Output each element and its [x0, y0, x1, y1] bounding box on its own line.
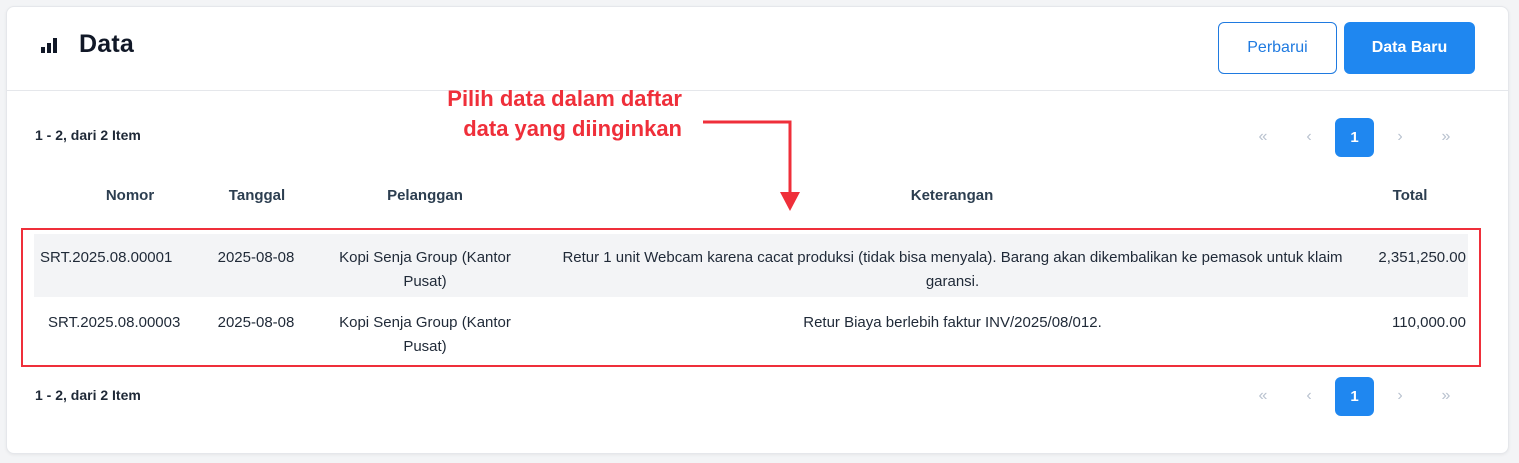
column-header-nomor[interactable]: Nomor — [84, 187, 176, 204]
title-wrap: Data — [41, 30, 134, 59]
first-page-button[interactable]: « — [1243, 117, 1283, 157]
column-header-pelanggan[interactable]: Pelanggan — [355, 187, 495, 204]
cell-total: 110,000.00 — [1392, 314, 1466, 331]
pagination-bottom: « ‹ 1 › » — [1243, 376, 1472, 416]
column-header-keterangan[interactable]: Keterangan — [852, 187, 1052, 204]
pagination-top: « ‹ 1 › » — [1243, 117, 1472, 157]
cell-pelanggan: Kopi Senja Group (Kantor Pusat) — [339, 249, 511, 290]
item-count-top: 1 - 2, dari 2 Item — [35, 127, 141, 143]
cell-keterangan: Retur Biaya berlebih faktur INV/2025/08/… — [803, 314, 1102, 331]
prev-page-button[interactable]: ‹ — [1289, 117, 1329, 157]
page-button-current[interactable]: 1 — [1335, 117, 1374, 157]
cell-pelanggan: Kopi Senja Group (Kantor Pusat) — [339, 314, 511, 355]
page-button-current[interactable]: 1 — [1335, 376, 1374, 416]
first-page-button[interactable]: « — [1243, 376, 1283, 416]
cell-nomor: SRT.2025.08.00003 — [48, 314, 181, 331]
cell-tanggal: 2025-08-08 — [217, 249, 295, 266]
refresh-button[interactable]: Perbarui — [1218, 22, 1337, 74]
item-count-bottom: 1 - 2, dari 2 Item — [35, 387, 141, 403]
card-header: Data Perbarui Data Baru — [7, 7, 1508, 91]
next-page-button[interactable]: › — [1380, 376, 1420, 416]
table-row[interactable]: SRT.2025.08.00001 2025-08-08 Kopi Senja … — [34, 234, 1468, 297]
cell-total: 2,351,250.00 — [1378, 249, 1466, 266]
column-header-tanggal[interactable]: Tanggal — [210, 187, 304, 204]
prev-page-button[interactable]: ‹ — [1289, 376, 1329, 416]
annotation-text: Pilih data dalam daftar data yang diingi… — [447, 86, 682, 141]
next-page-button[interactable]: › — [1380, 117, 1420, 157]
page-title: Data — [79, 30, 134, 58]
cell-tanggal: 2025-08-08 — [217, 314, 295, 331]
last-page-button[interactable]: » — [1426, 376, 1466, 416]
column-header-total[interactable]: Total — [1370, 187, 1450, 204]
cell-nomor: SRT.2025.08.00001 — [40, 249, 173, 266]
new-data-button[interactable]: Data Baru — [1344, 22, 1475, 74]
bar-chart-icon — [41, 37, 61, 53]
table-row[interactable]: SRT.2025.08.00003 2025-08-08 Kopi Senja … — [34, 297, 1468, 357]
last-page-button[interactable]: » — [1426, 117, 1466, 157]
cell-keterangan: Retur 1 unit Webcam karena cacat produks… — [562, 249, 1343, 290]
